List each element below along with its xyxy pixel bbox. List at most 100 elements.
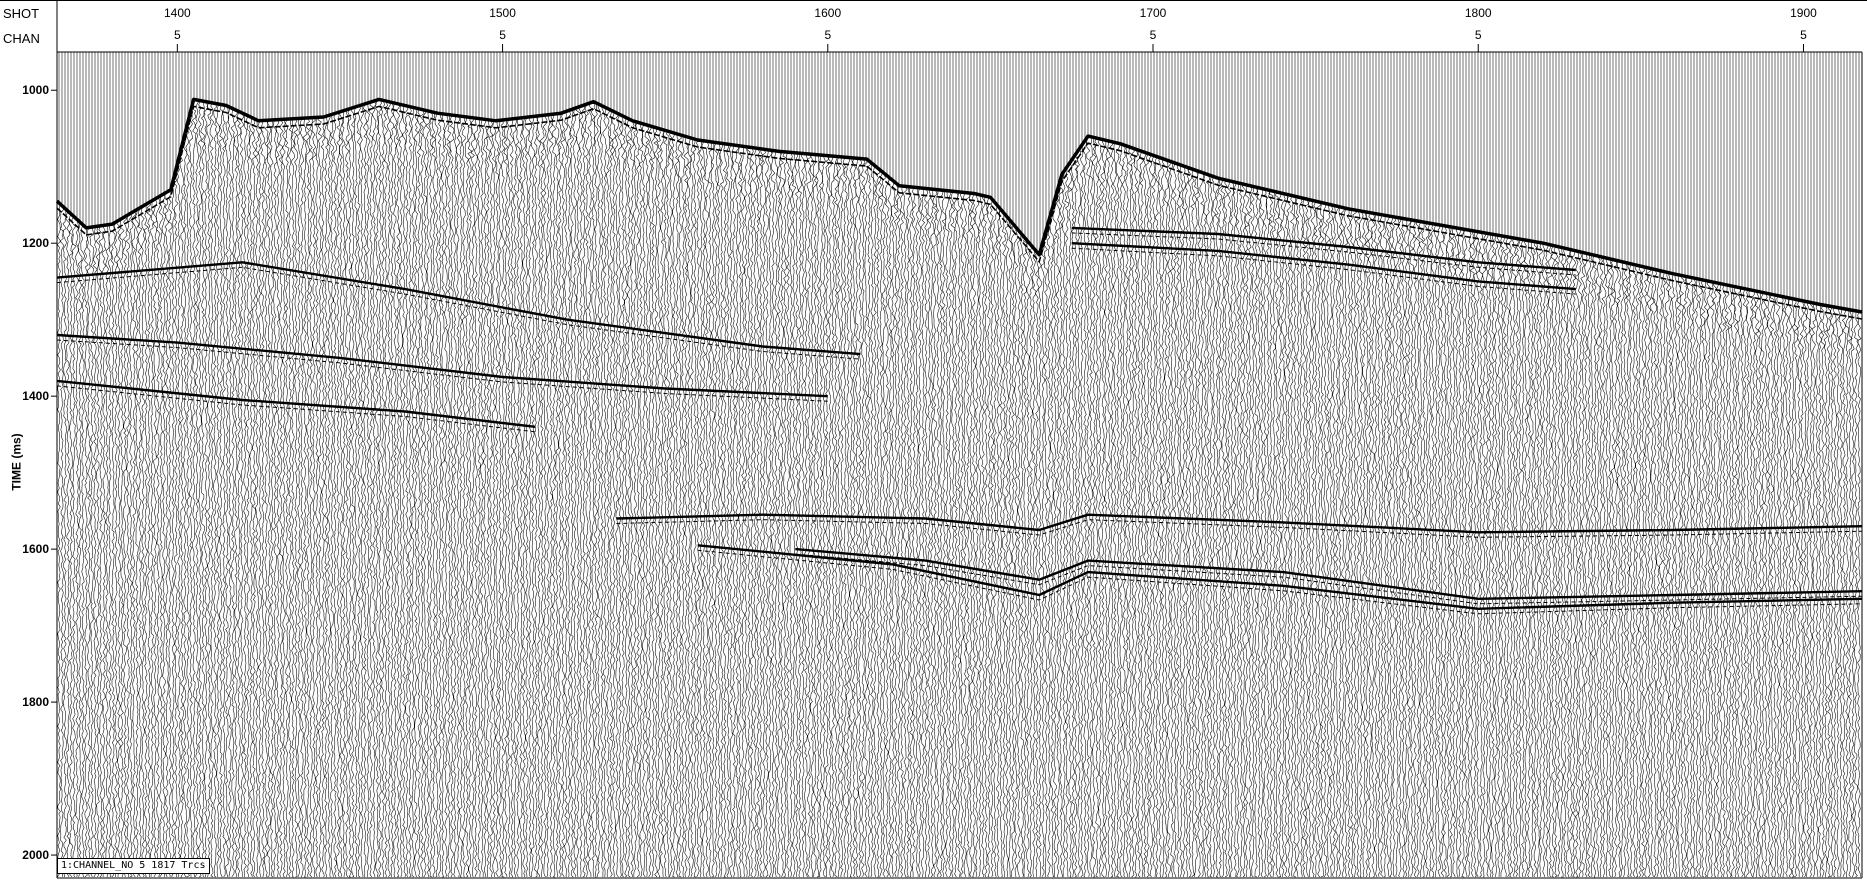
wiggle-trace (870, 52, 875, 878)
wiggle-trace (1145, 52, 1151, 878)
wiggle-trace (950, 52, 956, 878)
wiggle-trace (1541, 52, 1546, 878)
wiggle-trace (1679, 52, 1685, 878)
wiggle-trace (524, 52, 530, 877)
wiggle-trace (320, 52, 326, 878)
wiggle-trace (852, 52, 857, 878)
wiggle-trace (527, 52, 533, 878)
wiggle-trace (899, 52, 905, 878)
chan-tick-label: 5 (824, 28, 831, 42)
wiggle-trace (620, 52, 626, 878)
wiggle-trace (1538, 52, 1544, 878)
wiggle-trace (1826, 52, 1832, 878)
wiggle-trace (986, 52, 992, 878)
wiggle-trace (182, 52, 188, 878)
wiggle-trace (1199, 52, 1205, 878)
wiggle-trace (750, 52, 755, 878)
wiggle-trace (624, 52, 628, 878)
wiggle-trace (1818, 52, 1823, 878)
wiggle-trace (590, 52, 596, 878)
wiggle-trace (1022, 52, 1028, 878)
wiggle-trace (1319, 52, 1325, 878)
wiggle-trace (722, 52, 728, 878)
wiggle-trace (98, 52, 104, 878)
wiggle-trace (1782, 52, 1787, 878)
wiggle-trace (1514, 52, 1520, 878)
wiggle-trace (812, 52, 818, 878)
y-tick-label: 1000 (22, 83, 49, 97)
wiggle-trace (80, 52, 86, 878)
wiggle-trace (1671, 52, 1676, 878)
wiggle-trace (906, 52, 911, 878)
wiggle-trace (491, 52, 497, 878)
wiggle-trace (266, 52, 272, 878)
wiggle-trace (1454, 52, 1459, 878)
wiggle-trace (1856, 52, 1862, 878)
wiggle-trace (872, 52, 878, 878)
wiggle-trace (446, 52, 452, 878)
wiggle-trace (1409, 52, 1414, 878)
wiggle-trace (1244, 52, 1250, 878)
wiggle-trace (209, 52, 215, 878)
chan-tick-label: 5 (499, 28, 506, 42)
wiggle-trace (1485, 52, 1489, 878)
wiggle-trace (350, 52, 356, 878)
wiggle-trace (1650, 52, 1655, 878)
wiggle-trace (359, 52, 365, 878)
chan-tick-label: 5 (1475, 28, 1482, 42)
wiggle-trace (1220, 52, 1226, 878)
wiggle-trace (1529, 52, 1535, 878)
y-axis-label: TIME (ms) (9, 433, 24, 491)
wiggle-trace (383, 52, 388, 878)
wiggle-trace (1607, 52, 1613, 878)
wiggle-trace (480, 52, 485, 878)
wiggle-trace (1407, 52, 1412, 878)
wiggle-trace (108, 52, 112, 878)
wiggle-trace (125, 52, 131, 878)
wiggle-trace (422, 52, 427, 878)
wiggle-trace (770, 52, 776, 877)
wiggle-trace (1605, 52, 1609, 878)
wiggle-trace (206, 52, 212, 878)
wiggle-trace (83, 52, 89, 878)
wiggle-trace (443, 52, 449, 878)
wiggle-trace (485, 52, 491, 878)
wiggle-trace (1268, 52, 1274, 878)
wiggle-trace (185, 52, 191, 878)
wiggle-trace (512, 52, 518, 878)
wiggle-trace (1136, 52, 1141, 878)
wiggle-trace (1052, 52, 1058, 878)
trace-info-label: 1:CHANNEL_NO 5 1817 Trcs (57, 858, 210, 874)
wiggle-trace (1562, 52, 1567, 878)
wiggle-trace (326, 52, 331, 878)
wiggle-trace (893, 52, 899, 878)
shot-tick-label: 1400 (164, 6, 191, 20)
wiggle-trace (566, 52, 572, 878)
y-tick-label: 1600 (22, 542, 49, 556)
wiggle-trace (962, 52, 968, 877)
wiggle-trace (1373, 52, 1378, 878)
wiggle-trace (1620, 52, 1625, 878)
wiggle-trace (1125, 52, 1129, 878)
wiggle-trace (1239, 52, 1243, 878)
y-tick-label: 1400 (22, 389, 49, 403)
wiggle-trace (1421, 52, 1427, 878)
wiggle-trace (1325, 52, 1331, 878)
wiggle-trace (1161, 52, 1165, 878)
wiggle-trace (953, 52, 959, 878)
wiggle-trace (260, 52, 266, 878)
wiggle-trace (455, 52, 461, 878)
wiggle-trace (842, 52, 848, 878)
wiggle-trace (467, 52, 473, 878)
wiggle-trace (1049, 52, 1054, 878)
wiggle-trace (1037, 52, 1043, 878)
wiggle-trace (1829, 52, 1835, 878)
wiggle-trace (1361, 52, 1367, 878)
wiggle-trace (1043, 52, 1049, 878)
wiggle-trace (461, 52, 466, 878)
wiggle-trace (1832, 52, 1837, 878)
wiggle-trace (1167, 52, 1172, 877)
wiggle-trace (482, 52, 488, 878)
wiggle-trace (1596, 52, 1601, 878)
wiggle-trace (519, 52, 523, 878)
